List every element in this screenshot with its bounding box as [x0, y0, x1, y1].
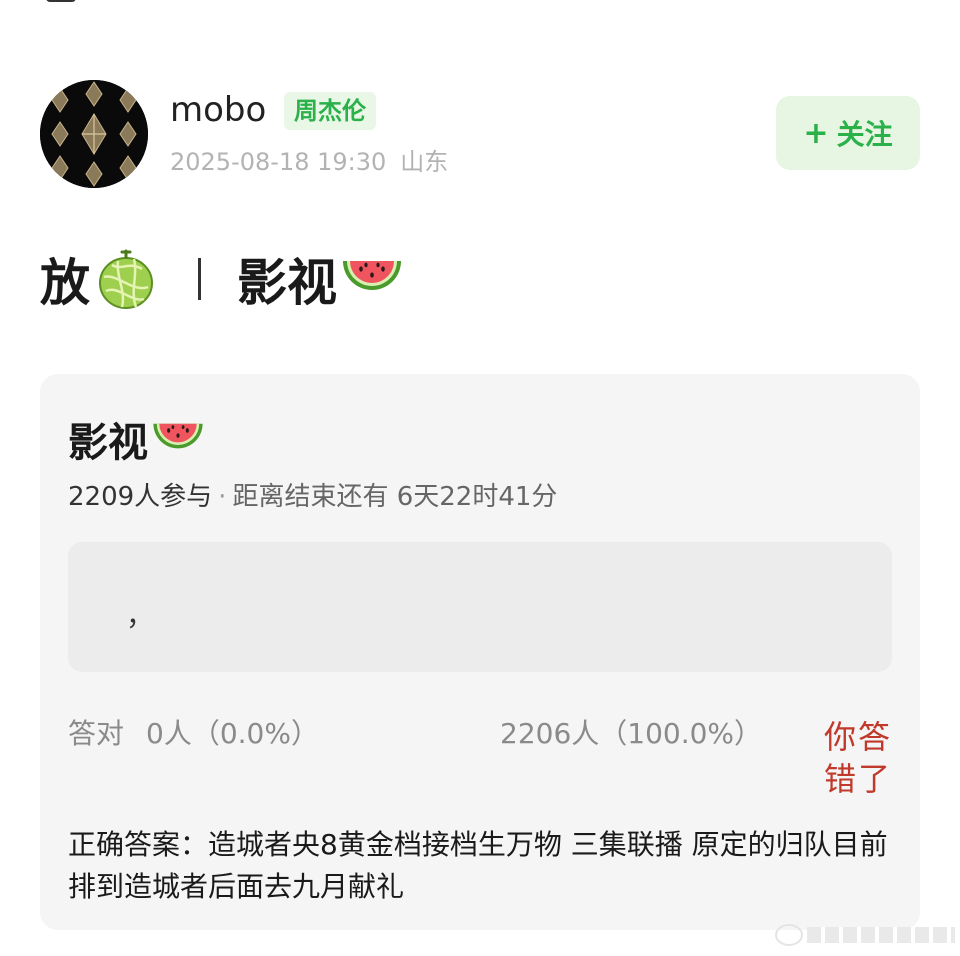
option-text: ，: [126, 599, 155, 632]
correct-label: 答对: [68, 717, 125, 750]
quiz-title: 影视: [68, 410, 206, 468]
follow-button[interactable]: + 关注: [776, 96, 920, 170]
melon-icon: [99, 249, 153, 309]
top-edge-glyph: [46, 0, 76, 2]
avatar[interactable]: [40, 80, 148, 188]
correct-stat: 0人（0.0%）: [146, 717, 319, 750]
quiz-stats: 2209人参与 · 距离结束还有 6天22时41分: [68, 480, 557, 514]
watermark: [775, 922, 955, 948]
watermark-logo: [775, 924, 803, 946]
post-date: 2025-08-18 19:30: [170, 148, 387, 176]
quiz-title-text: 影视: [68, 420, 148, 466]
separator-dot: ·: [218, 482, 227, 512]
post-title: 放 影视: [40, 244, 405, 314]
wrong-indicator: 你答错了: [824, 718, 893, 798]
plus-icon: +: [803, 115, 829, 151]
username[interactable]: mobo: [170, 88, 266, 132]
post-location: 山东: [400, 148, 449, 176]
watermelon-icon: [153, 423, 203, 449]
watermelon-icon: [343, 261, 401, 290]
title-left: 放: [40, 254, 90, 312]
participants-count: 2209人参与: [68, 482, 213, 512]
title-divider: [198, 258, 201, 300]
other-stat: 2206人（100.0%）: [500, 717, 763, 750]
post-page: mobo 周杰伦 2025-08-18 19:30 山东 + 关注 放 影视 影…: [0, 0, 960, 956]
other-result: 2206人（100.0%）: [500, 716, 762, 752]
countdown: 距离结束还有 6天22时41分: [232, 482, 558, 512]
watermark-text: [807, 927, 955, 943]
follow-label: 关注: [836, 118, 893, 151]
post-meta: 2025-08-18 19:30 山东: [170, 146, 448, 178]
quiz-card: 影视 2209人参与 · 距离结束还有 6天22时41分 ， 答对 0人（0.0…: [40, 374, 920, 930]
correct-answer: 正确答案：造城者央8黄金档接档生万物 三集联播 原定的归队目前排到造城者后面去九…: [68, 828, 888, 903]
correct-result: 答对 0人（0.0%）: [68, 716, 319, 752]
answer-option[interactable]: ，: [68, 542, 892, 672]
title-right: 影视: [237, 254, 337, 312]
user-tag[interactable]: 周杰伦: [284, 92, 376, 130]
